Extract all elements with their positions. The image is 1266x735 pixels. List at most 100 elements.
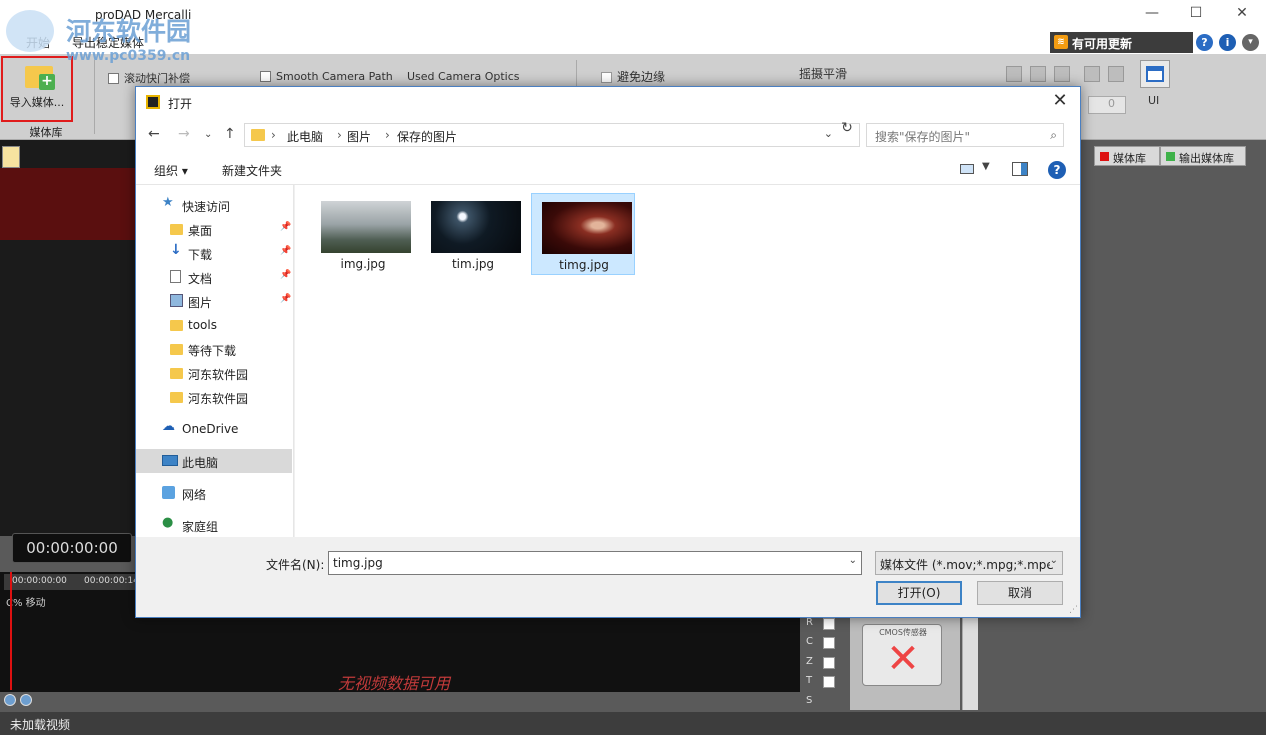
dialog-close-button[interactable]: ✕ (1048, 90, 1072, 114)
nav-this-pc[interactable]: 此电脑 (136, 449, 292, 473)
shake-smooth-label: 摇摄平滑 (799, 67, 848, 81)
status-bar: 未加载视频 (0, 712, 1266, 735)
close-window-button[interactable]: ✕ (1230, 5, 1254, 25)
recent-locations-icon[interactable]: ⌄ (204, 129, 212, 140)
dropdown-icon[interactable]: ▾ (1242, 34, 1259, 51)
tool-icon[interactable] (1108, 66, 1124, 82)
nav-homegroup[interactable]: ● 家庭组 (136, 513, 292, 537)
rolling-shutter-checkbox[interactable]: 滚动快门补偿 (108, 70, 190, 86)
file-item[interactable]: tim.jpg (421, 193, 525, 275)
dialog-title: 打开 (168, 97, 193, 111)
tab-media-library-label: 媒体库 (1113, 152, 1146, 165)
import-media-label: 导入媒体... (9, 96, 65, 109)
nav-pictures[interactable]: 图片 📌 (136, 289, 292, 313)
address-bar[interactable]: › 此电脑 › 图片 › 保存的图片 ⌄ (244, 123, 860, 147)
axis-row-z[interactable]: Z (806, 656, 846, 676)
forward-arrow-icon[interactable]: → (178, 126, 190, 142)
help-icon[interactable]: ? (1048, 161, 1066, 179)
up-arrow-icon[interactable]: ↑ (224, 126, 236, 142)
minimize-button[interactable]: — (1140, 5, 1164, 25)
nav-documents[interactable]: 文档 📌 (136, 265, 292, 289)
avoid-edges-checkbox[interactable]: 避免边缘 (601, 68, 665, 85)
filetype-select[interactable]: 媒体文件 (*.mov;*.mpg;*.mpe ⌄ (875, 551, 1063, 575)
nav-hedong-2[interactable]: 河东软件园 (136, 385, 292, 409)
watermark-url: www.pc0359.cn (66, 48, 191, 64)
refresh-icon[interactable]: ↻ (836, 120, 858, 138)
ruler-tick-label: 00:00:00:14 (84, 576, 139, 586)
organize-button[interactable]: 组织 ▾ (154, 162, 188, 179)
dialog-footer: 文件名(N): timg.jpg ⌄ 媒体文件 (*.mov;*.mpg;*.m… (136, 537, 1080, 617)
view-icon (960, 164, 974, 174)
open-button[interactable]: 打开(O) (876, 581, 962, 605)
zoom-out-icon[interactable] (20, 694, 32, 706)
preview-pane-button[interactable] (1012, 162, 1028, 176)
tab-output-library-label: 输出媒体库 (1179, 152, 1234, 165)
navigation-pane: ★ 快速访问 桌面 📌 ↓ 下载 📌 文档 📌 图片 📌 tools 等待下载 河东软件园 … (136, 185, 294, 537)
ui-button[interactable] (1140, 60, 1170, 88)
nav-pending-downloads[interactable]: 等待下载 (136, 337, 292, 361)
smooth-path-checkbox[interactable]: Smooth Camera Path (260, 70, 393, 83)
cancel-button[interactable]: 取消 (977, 581, 1063, 605)
zoom-in-icon[interactable] (4, 694, 16, 706)
nav-desktop[interactable]: 桌面 📌 (136, 217, 292, 241)
breadcrumb-saved-pictures[interactable]: 保存的图片 (397, 128, 457, 145)
nav-network[interactable]: 网络 (136, 481, 292, 505)
chevron-down-icon[interactable]: ⌄ (849, 555, 857, 566)
maximize-button[interactable]: ☐ (1184, 5, 1208, 25)
back-arrow-icon[interactable]: ← (148, 126, 160, 142)
ui-label: UI (1148, 94, 1160, 107)
update-badge[interactable]: ≋有可用更新 4.0.455.1 (1050, 32, 1193, 66)
change-view-button[interactable]: ▼ (958, 161, 996, 179)
playhead[interactable] (10, 572, 12, 690)
import-media-button[interactable]: + 导入媒体... (1, 56, 73, 122)
star-icon: ★ (162, 195, 174, 210)
cmos-sensor-card[interactable]: CMOS传感器 ✕ (862, 624, 942, 686)
timeline-ruler[interactable]: 00:00:00:00 00:00:00:14 (4, 574, 139, 590)
dialog-titlebar: 打开 ✕ (136, 87, 1080, 117)
tool-icon[interactable] (1006, 66, 1022, 82)
new-folder-button[interactable]: 新建文件夹 (222, 162, 282, 179)
file-name: img.jpg (340, 257, 386, 271)
homegroup-icon: ● (162, 515, 174, 530)
watermark-text: 河东软件园 (66, 17, 192, 46)
file-item[interactable]: img.jpg (311, 193, 415, 275)
nav-onedrive[interactable]: ☁ OneDrive (136, 417, 292, 441)
filename-value: timg.jpg (333, 556, 383, 570)
no-video-message: 无视频数据可用 (338, 674, 451, 693)
nav-tools[interactable]: tools (136, 313, 292, 337)
sensor-scrollbar[interactable] (962, 617, 978, 710)
tab-media-library[interactable]: 媒体库 (1094, 146, 1160, 166)
panel-tab[interactable] (2, 146, 20, 168)
axis-row-r[interactable]: R (806, 617, 846, 637)
axis-row-c[interactable]: C (806, 636, 846, 656)
axis-checkboxes: R C Z T S (806, 617, 846, 707)
ribbon-tool-icons (1006, 66, 1126, 86)
breadcrumb-this-pc[interactable]: 此电脑 (287, 128, 323, 145)
file-item-selected[interactable]: timg.jpg (531, 193, 635, 275)
tab-output-library[interactable]: 输出媒体库 (1160, 146, 1246, 166)
window-icon (1146, 66, 1164, 82)
tool-icon[interactable] (1054, 66, 1070, 82)
nav-quick-access[interactable]: ★ 快速访问 (136, 193, 292, 217)
search-input[interactable]: 搜索"保存的图片" ⌕ (866, 123, 1064, 147)
tool-icon[interactable] (1030, 66, 1046, 82)
filename-input[interactable]: timg.jpg ⌄ (328, 551, 862, 575)
breadcrumb-pictures[interactable]: 图片 (347, 128, 371, 145)
folder-icon (170, 368, 183, 379)
value-spinner[interactable]: 0 (1088, 96, 1126, 114)
info-icon[interactable]: i (1219, 34, 1236, 51)
nav-downloads[interactable]: ↓ 下载 📌 (136, 241, 292, 265)
address-dropdown-icon[interactable]: ⌄ (824, 127, 833, 140)
nav-hedong-1[interactable]: 河东软件园 (136, 361, 292, 385)
rolling-shutter-label: 滚动快门补偿 (124, 72, 190, 85)
used-optics-label[interactable]: Used Camera Optics (407, 70, 519, 83)
help-icon[interactable]: ? (1196, 34, 1213, 51)
avoid-edges-label: 避免边缘 (617, 70, 666, 84)
tool-icon[interactable] (1084, 66, 1100, 82)
file-name: timg.jpg (559, 258, 609, 272)
axis-row-t[interactable]: T (806, 675, 846, 695)
chevron-down-icon: ⌄ (1049, 555, 1058, 566)
resize-grip-icon[interactable]: ⋰ (1069, 605, 1078, 615)
search-icon: ⌕ (1050, 128, 1057, 142)
cloud-icon: ☁ (162, 419, 175, 434)
